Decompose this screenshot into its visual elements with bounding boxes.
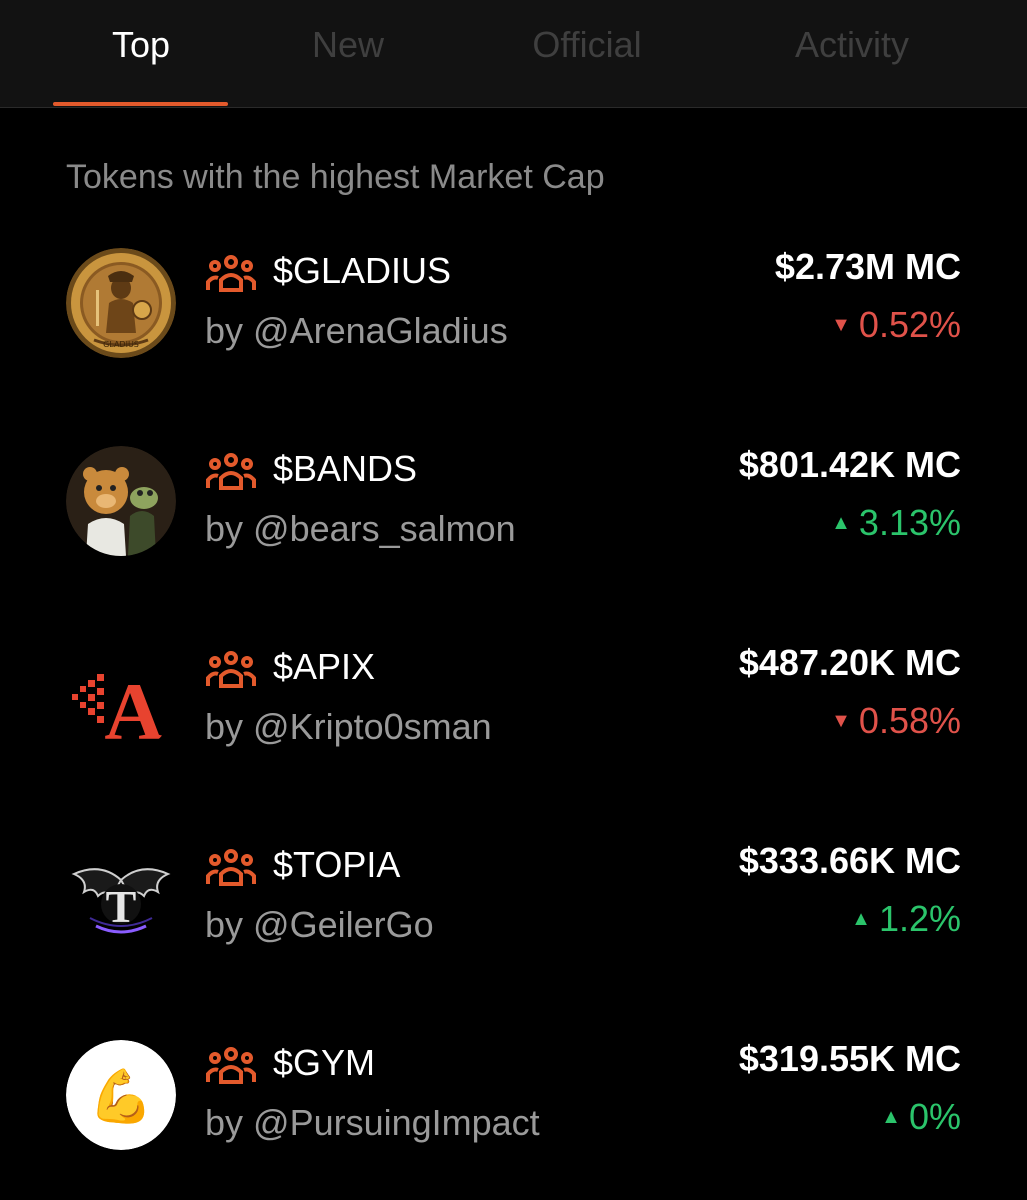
community-icon — [206, 651, 256, 688]
token-row[interactable]: A $APIX by @Kripto0sman $487.20K MC ▼ 0.… — [0, 638, 1027, 768]
tab-activity[interactable]: Activity — [795, 24, 909, 66]
change-value: 0.52% — [858, 304, 961, 345]
token-creator[interactable]: by @ArenaGladius — [205, 310, 508, 352]
community-icon — [206, 849, 256, 886]
up-arrow-icon: ▲ — [881, 1105, 901, 1128]
price-change: ▲ 3.13% — [831, 502, 961, 544]
community-icon — [206, 1047, 256, 1084]
token-avatar: GLADIUS — [66, 248, 176, 358]
change-value: 0% — [908, 1096, 961, 1137]
section-subtitle: Tokens with the highest Market Cap — [66, 158, 605, 196]
community-icon — [206, 255, 256, 292]
svg-text:A: A — [104, 666, 163, 754]
change-value: 0.58% — [858, 700, 961, 741]
change-value: 1.2% — [878, 898, 961, 939]
token-row[interactable]: T $TOPIA by @GeilerGo $333.66K MC ▲ 1.2% — [0, 836, 1027, 966]
token-ticker: $GYM — [273, 1042, 376, 1083]
price-change: ▲ 0% — [881, 1096, 961, 1138]
price-change: ▲ 1.2% — [851, 898, 961, 940]
token-ticker: $APIX — [273, 646, 376, 687]
price-change: ▼ 0.52% — [831, 304, 961, 346]
token-creator[interactable]: by @GeilerGo — [205, 904, 434, 946]
down-arrow-icon: ▼ — [831, 313, 851, 336]
token-row[interactable]: 💪 $GYM by @PursuingImpact $319.55K MC ▲ … — [0, 1034, 1027, 1164]
active-tab-indicator — [53, 102, 228, 106]
token-row[interactable]: $BANDS by @bears_salmon $801.42K MC ▲ 3.… — [0, 440, 1027, 570]
token-row[interactable]: GLADIUS $GLADIUS by @ArenaGladius $2.73M… — [0, 242, 1027, 372]
token-creator[interactable]: by @bears_salmon — [205, 508, 516, 550]
change-value: 3.13% — [858, 502, 961, 543]
tab-bar: Top New Official Activity — [0, 0, 1027, 108]
price-change: ▼ 0.58% — [831, 700, 961, 742]
tab-top[interactable]: Top — [112, 24, 170, 66]
svg-text:GLADIUS: GLADIUS — [103, 340, 139, 349]
token-ticker: $BANDS — [273, 448, 418, 489]
market-cap: $2.73M MC — [774, 246, 961, 287]
community-icon — [206, 453, 256, 490]
market-cap: $333.66K MC — [738, 840, 961, 881]
token-ticker: $GLADIUS — [273, 250, 452, 291]
up-arrow-icon: ▲ — [831, 511, 851, 534]
market-cap: $487.20K MC — [738, 642, 961, 683]
token-creator[interactable]: by @PursuingImpact — [205, 1102, 540, 1144]
tab-official[interactable]: Official — [532, 24, 641, 66]
token-avatar: A — [66, 644, 176, 754]
up-arrow-icon: ▲ — [851, 907, 871, 930]
svg-text:T: T — [106, 881, 137, 932]
token-avatar: 💪 — [66, 1040, 176, 1150]
down-arrow-icon: ▼ — [831, 709, 851, 732]
tab-new[interactable]: New — [312, 24, 384, 66]
market-cap: $801.42K MC — [738, 444, 961, 485]
token-avatar: T — [66, 842, 176, 952]
token-ticker: $TOPIA — [273, 844, 401, 885]
market-cap: $319.55K MC — [738, 1038, 961, 1079]
flexed-biceps-icon: 💪 — [89, 1066, 154, 1127]
token-avatar — [66, 446, 176, 556]
token-creator[interactable]: by @Kripto0sman — [205, 706, 492, 748]
